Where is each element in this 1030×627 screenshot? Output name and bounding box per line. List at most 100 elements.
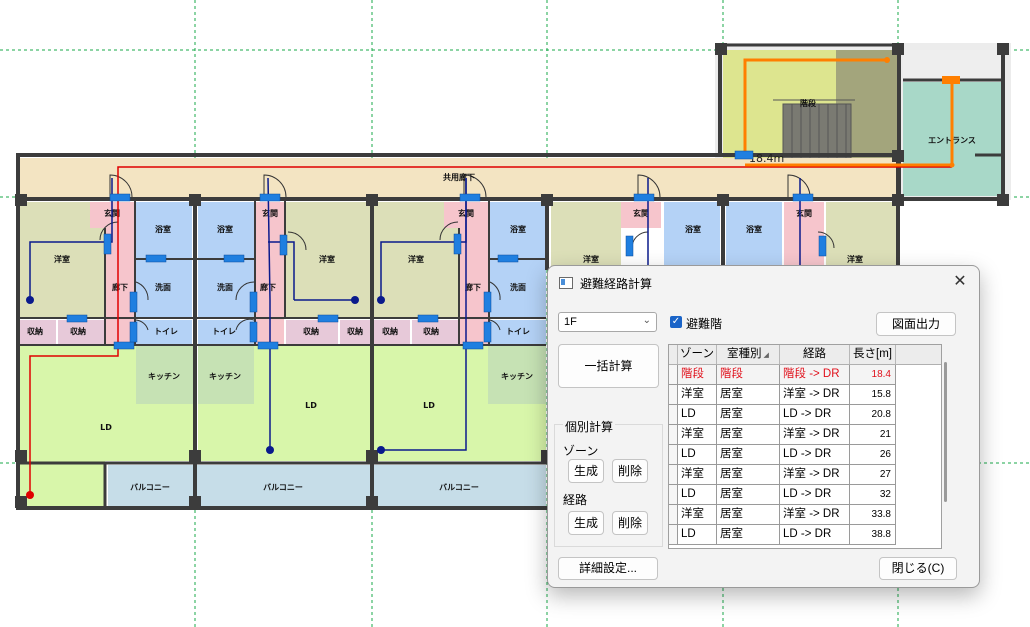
svg-text:トイレ: トイレ [506,327,530,336]
cell-room-type[interactable]: 居室 [717,405,780,425]
row-header-cell[interactable] [669,465,678,485]
cell-length[interactable]: 26 [850,445,896,465]
route-delete-button[interactable]: 削除 [612,511,648,535]
table-row[interactable]: 洋室 居室 洋室 -> DR 15.8 [669,385,941,405]
cell-room-type[interactable]: 居室 [717,445,780,465]
table-row[interactable]: 洋室 居室 洋室 -> DR 21 [669,425,941,445]
table-row[interactable]: 階段 階段 階段 -> DR 18.4 [669,365,941,385]
row-header-cell[interactable] [669,385,678,405]
cell-zone[interactable]: LD [678,525,717,545]
cell-zone[interactable]: 洋室 [678,465,717,485]
cell-route[interactable]: LD -> DR [780,525,850,545]
cell-route[interactable]: 洋室 -> DR [780,385,850,405]
cell-length[interactable]: 27 [850,465,896,485]
svg-text:キッチン: キッチン [148,372,180,381]
zone-delete-button[interactable]: 削除 [612,459,648,483]
svg-text:キッチン: キッチン [209,372,241,381]
svg-text:トイレ: トイレ [154,327,178,336]
cell-route[interactable]: 洋室 -> DR [780,465,850,485]
cell-zone[interactable]: 洋室 [678,425,717,445]
cell-length[interactable]: 20.8 [850,405,896,425]
svg-text:廊下: 廊下 [260,282,276,292]
cell-zone[interactable]: LD [678,445,717,465]
svg-text:洗面: 洗面 [217,282,233,292]
svg-text:洋室: 洋室 [408,254,424,264]
cell-room-type[interactable]: 居室 [717,385,780,405]
row-header-cell[interactable] [669,505,678,525]
row-header-cell[interactable] [669,525,678,545]
col-header-zone[interactable]: ゾーン [678,345,717,364]
row-header-cell[interactable] [669,445,678,465]
row-header-cell[interactable] [669,405,678,425]
route-generate-button[interactable]: 生成 [568,511,604,535]
floor-select-value: 1F [564,316,577,328]
evac-floor-checkbox[interactable]: ✓ [670,316,682,328]
table-row[interactable]: LD 居室 LD -> DR 38.8 [669,525,941,545]
cell-route[interactable]: LD -> DR [780,405,850,425]
col-header-length[interactable]: 長さ[m] [850,345,896,364]
svg-text:キッチン: キッチン [501,372,533,381]
close-icon[interactable]: ✕ [949,272,971,292]
route-length-label: 18.4m [749,152,784,165]
detail-settings-button[interactable]: 詳細設定... [558,557,658,580]
cell-zone[interactable]: 階段 [678,365,717,385]
cell-zone[interactable]: LD [678,405,717,425]
cell-route[interactable]: 階段 -> DR [780,365,850,385]
bulk-calc-button[interactable]: 一括計算 [558,344,659,388]
cell-route[interactable]: LD -> DR [780,485,850,505]
zone-label: ゾーン [563,444,599,458]
svg-text:階段: 階段 [800,98,816,108]
floor-select[interactable]: 1F ⌄ [558,312,657,332]
col-header-route[interactable]: 経路 [780,345,850,364]
table-row[interactable]: LD 居室 LD -> DR 32 [669,485,941,505]
cell-length[interactable]: 38.8 [850,525,896,545]
row-header-cell[interactable] [669,425,678,445]
table-row[interactable]: 洋室 居室 洋室 -> DR 27 [669,465,941,485]
dialog-titlebar[interactable]: 避難経路計算 ✕ [548,266,979,300]
svg-text:廊下: 廊下 [465,282,481,292]
stair-treads [773,99,855,159]
scrollbar-thumb[interactable] [944,362,947,502]
cell-route[interactable]: 洋室 -> DR [780,505,850,525]
col-header-room-type[interactable]: 室種別 ◢ [717,345,780,364]
table-scrollbar[interactable] [942,362,948,502]
row-header-cell[interactable] [669,365,678,385]
svg-text:玄関: 玄関 [796,208,812,218]
table-row[interactable]: LD 居室 LD -> DR 26 [669,445,941,465]
svg-text:玄関: 玄関 [633,208,649,218]
cell-length[interactable]: 32 [850,485,896,505]
cell-length[interactable]: 18.4 [850,365,896,385]
cell-length[interactable]: 15.8 [850,385,896,405]
cell-room-type[interactable]: 居室 [717,465,780,485]
cell-zone[interactable]: 洋室 [678,385,717,405]
cell-length[interactable]: 33.8 [850,505,896,525]
cell-room-type[interactable]: 居室 [717,525,780,545]
cell-room-type[interactable]: 居室 [717,485,780,505]
svg-text:収納: 収納 [303,326,319,336]
entrance-hall [903,50,1001,80]
svg-text:LD: LD [423,401,435,410]
bath-room[interactable] [664,202,720,266]
svg-text:浴室: 浴室 [217,224,233,234]
row-header-cell[interactable] [669,485,678,505]
cell-zone[interactable]: LD [678,485,717,505]
cell-route[interactable]: LD -> DR [780,445,850,465]
cell-room-type[interactable]: 階段 [717,365,780,385]
table-row[interactable]: 洋室 居室 洋室 -> DR 33.8 [669,505,941,525]
svg-text:収納: 収納 [347,326,363,336]
evac-floor-label[interactable]: 避難階 [686,315,722,332]
ld-room[interactable] [20,461,105,506]
cell-room-type[interactable]: 居室 [717,425,780,445]
cell-zone[interactable]: 洋室 [678,505,717,525]
table-row[interactable]: LD 居室 LD -> DR 20.8 [669,405,941,425]
export-drawing-button[interactable]: 図面出力 [876,312,956,336]
individual-calc-title: 個別計算 [563,418,616,435]
close-button[interactable]: 閉じる(C) [879,557,957,580]
route-table[interactable]: ゾーン 室種別 ◢ 経路 長さ[m] 階段 階段 階段 -> DR 18.4 洋室 居室 洋室… [668,344,942,549]
zone-generate-button[interactable]: 生成 [568,459,604,483]
cell-length[interactable]: 21 [850,425,896,445]
svg-text:収納: 収納 [423,326,439,336]
bath-room[interactable] [726,202,782,266]
cell-room-type[interactable]: 居室 [717,505,780,525]
cell-route[interactable]: 洋室 -> DR [780,425,850,445]
